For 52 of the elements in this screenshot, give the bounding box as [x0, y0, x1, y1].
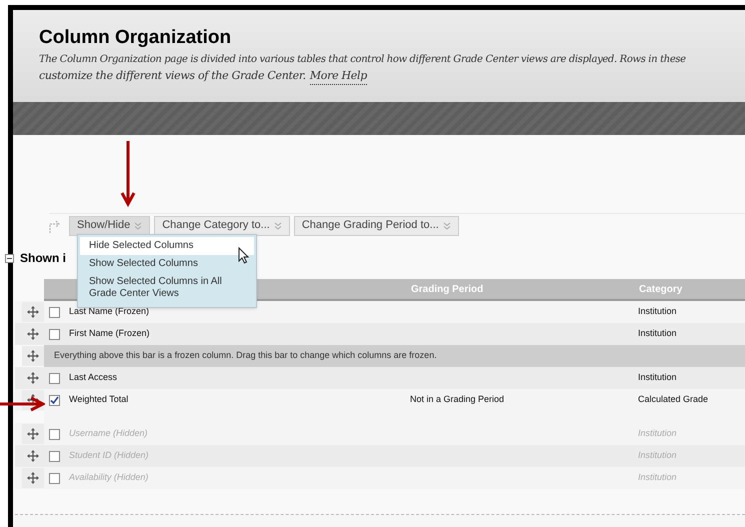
category: Institution: [638, 449, 677, 462]
category: Institution: [638, 305, 677, 318]
frozen-divider-bar[interactable]: Everything above this bar is a frozen column. Drag this bar to change which columns are frozen.: [44, 345, 745, 367]
page-title: Column Organization: [39, 26, 232, 50]
column-name: Last Access: [69, 371, 118, 384]
checkbox[interactable]: [49, 472, 60, 484]
checkbox[interactable]: [49, 306, 60, 318]
move-handle-icon[interactable]: [27, 428, 39, 440]
checkbox[interactable]: [49, 372, 60, 384]
grading-period: Not in a Grading Period: [410, 393, 504, 406]
page-description: customize the different views of the Grade Center.: [39, 68, 306, 84]
mouse-pointer-icon: [238, 247, 250, 264]
column-name: Availability (Hidden): [69, 471, 150, 484]
checkbox[interactable]: [49, 394, 60, 406]
checkbox[interactable]: [49, 450, 60, 462]
column-name: Last Name (Frozen): [69, 305, 150, 318]
move-handle-icon[interactable]: [27, 372, 39, 384]
move-handle-icon[interactable]: [27, 350, 39, 362]
move-handle-icon[interactable]: [27, 472, 39, 484]
column-name: Username (Hidden): [69, 427, 149, 440]
corner-arrow-icon: [49, 218, 61, 232]
category: Institution: [638, 327, 677, 340]
move-handle-icon[interactable]: [27, 328, 39, 340]
checkbox[interactable]: [49, 428, 60, 440]
column-name: Student ID (Hidden): [69, 449, 150, 462]
menu-item[interactable]: Show Selected Columns: [80, 255, 254, 273]
move-handle-icon[interactable]: [27, 450, 39, 462]
section-title: Shown i: [20, 250, 66, 267]
menu-item[interactable]: Show Selected Columns in All Grade Center Views: [80, 273, 254, 303]
toolbar-dropdown-button[interactable]: Change Category to...: [154, 216, 290, 236]
column-name: First Name (Frozen): [69, 327, 151, 340]
checkmark-icon: [50, 396, 59, 404]
column-name: Weighted Total: [69, 393, 130, 406]
column-header: Grading Period: [411, 282, 484, 296]
toolbar-dropdown-button[interactable]: Show/Hide: [69, 216, 150, 236]
checkbox[interactable]: [49, 328, 60, 340]
category: Institution: [638, 427, 677, 440]
annotation-arrow: [120, 141, 136, 207]
category: Institution: [638, 471, 677, 484]
double-chevron-icon: [442, 222, 451, 230]
column-header: Category: [639, 282, 682, 296]
toolbar-dropdown-button[interactable]: Change Grading Period to...: [294, 216, 459, 236]
double-chevron-icon: [134, 222, 142, 230]
double-chevron-icon: [274, 222, 282, 230]
move-handle-icon[interactable]: [27, 306, 39, 318]
page-description: The Column Organization page is divided into various tables that control how different Grade Center views are displayed. Rows in these: [39, 53, 686, 67]
category: Calculated Grade: [638, 393, 708, 406]
collapse-toggle-icon[interactable]: [5, 254, 14, 262]
more-help-link[interactable]: More Help: [310, 68, 367, 85]
annotation-arrow: [0, 396, 45, 412]
menu-item[interactable]: Hide Selected Columns: [80, 237, 254, 255]
category: Institution: [638, 371, 677, 384]
